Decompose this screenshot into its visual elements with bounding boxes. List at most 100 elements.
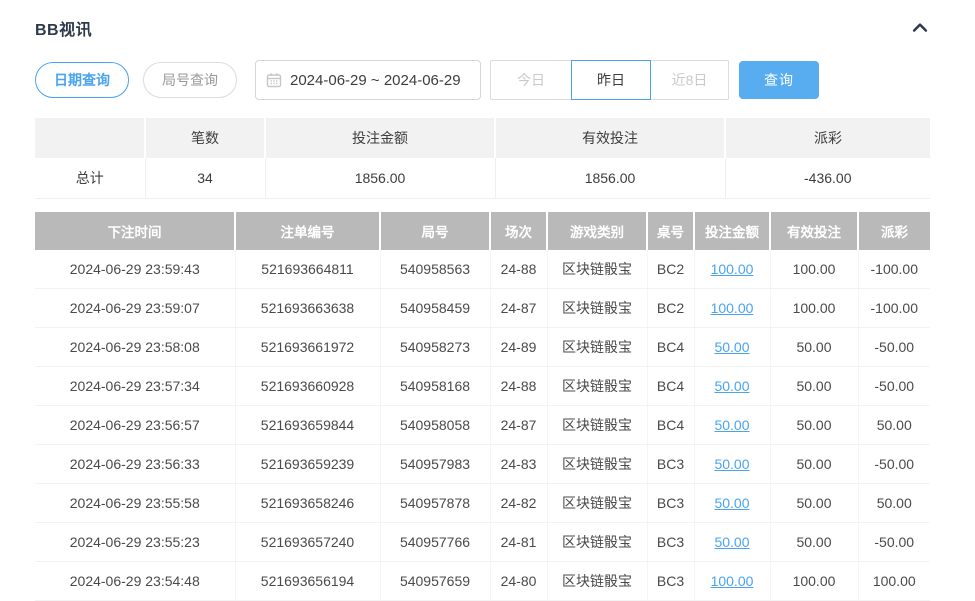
quick-range-group: 今日 昨日 近8日 (490, 60, 729, 100)
cell-session: 24-80 (490, 562, 547, 601)
cell-bet-amount: 50.00 (694, 523, 770, 562)
table-row: 2024-06-29 23:59:07521693663638540958459… (35, 289, 930, 328)
cell-valid-bet: 50.00 (770, 484, 858, 523)
cell-round-no: 540957766 (380, 523, 490, 562)
tab-date-query[interactable]: 日期查询 (35, 62, 129, 98)
cell-game-type: 区块链骰宝 (547, 562, 647, 601)
table-row: 2024-06-29 23:55:23521693657240540957766… (35, 523, 930, 562)
cell-order-no: 521693657240 (235, 523, 380, 562)
header-bet-time: 下注时间 (35, 212, 235, 250)
cell-bet-amount: 50.00 (694, 367, 770, 406)
cell-session: 24-88 (490, 250, 547, 289)
bet-amount-link[interactable]: 100.00 (711, 300, 754, 316)
tab-round-query[interactable]: 局号查询 (143, 62, 237, 98)
cell-payout: -50.00 (858, 367, 930, 406)
quick-today-button[interactable]: 今日 (490, 60, 572, 100)
cell-payout: -100.00 (858, 289, 930, 328)
cell-table-no: BC3 (647, 562, 694, 601)
cell-table-no: BC2 (647, 250, 694, 289)
cell-order-no: 521693658246 (235, 484, 380, 523)
calendar-icon (266, 72, 282, 88)
header-table-no: 桌号 (647, 212, 694, 250)
cell-session: 24-89 (490, 328, 547, 367)
cell-bet-amount: 100.00 (694, 250, 770, 289)
cell-session: 24-88 (490, 367, 547, 406)
table-row: 2024-06-29 23:54:48521693656194540957659… (35, 562, 930, 601)
summary-total-row: 总计 34 1856.00 1856.00 -436.00 (35, 158, 930, 199)
filter-bar: 日期查询 局号查询 2024-06-29 ~ 2024-06-29 今日 昨日 … (35, 60, 819, 100)
cell-table-no: BC2 (647, 289, 694, 328)
summary-header-payout: 派彩 (725, 118, 930, 158)
cell-order-no: 521693664811 (235, 250, 380, 289)
cell-payout: 50.00 (858, 406, 930, 445)
cell-game-type: 区块链骰宝 (547, 250, 647, 289)
cell-time: 2024-06-29 23:57:34 (35, 367, 235, 406)
cell-valid-bet: 50.00 (770, 445, 858, 484)
cell-time: 2024-06-29 23:54:48 (35, 562, 235, 601)
table-row: 2024-06-29 23:56:33521693659239540957983… (35, 445, 930, 484)
cell-payout: -50.00 (858, 445, 930, 484)
bet-amount-link[interactable]: 50.00 (714, 534, 749, 550)
records-table-body: 2024-06-29 23:59:43521693664811540958563… (35, 250, 930, 601)
cell-game-type: 区块链骰宝 (547, 523, 647, 562)
quick-yesterday-button[interactable]: 昨日 (571, 60, 651, 100)
cell-session: 24-87 (490, 289, 547, 328)
bet-amount-link[interactable]: 50.00 (714, 456, 749, 472)
cell-bet-amount: 100.00 (694, 562, 770, 601)
cell-table-no: BC3 (647, 523, 694, 562)
cell-order-no: 521693660928 (235, 367, 380, 406)
cell-bet-amount: 50.00 (694, 445, 770, 484)
cell-bet-amount: 50.00 (694, 328, 770, 367)
summary-total-count: 34 (145, 158, 265, 199)
cell-round-no: 540958459 (380, 289, 490, 328)
header-payout: 派彩 (858, 212, 930, 250)
summary-header-blank (35, 118, 145, 158)
cell-round-no: 540957983 (380, 445, 490, 484)
date-range-input[interactable]: 2024-06-29 ~ 2024-06-29 (255, 60, 481, 100)
bet-amount-link[interactable]: 50.00 (714, 339, 749, 355)
collapse-chevron-icon[interactable] (910, 18, 930, 38)
cell-bet-amount: 50.00 (694, 484, 770, 523)
header-round-no: 局号 (380, 212, 490, 250)
records-header-row: 下注时间 注单编号 局号 场次 游戏类别 桌号 投注金额 有效投注 派彩 (35, 212, 930, 250)
quick-last8days-button[interactable]: 近8日 (650, 60, 729, 100)
cell-payout: -50.00 (858, 523, 930, 562)
cell-order-no: 521693659239 (235, 445, 380, 484)
bet-amount-link[interactable]: 50.00 (714, 417, 749, 433)
cell-session: 24-81 (490, 523, 547, 562)
table-row: 2024-06-29 23:55:58521693658246540957878… (35, 484, 930, 523)
cell-time: 2024-06-29 23:59:07 (35, 289, 235, 328)
cell-valid-bet: 100.00 (770, 289, 858, 328)
panel-header: BB视讯 (35, 16, 930, 40)
bet-amount-link[interactable]: 100.00 (711, 573, 754, 589)
cell-order-no: 521693661972 (235, 328, 380, 367)
cell-session: 24-82 (490, 484, 547, 523)
cell-session: 24-83 (490, 445, 547, 484)
table-row: 2024-06-29 23:57:34521693660928540958168… (35, 367, 930, 406)
cell-order-no: 521693659844 (235, 406, 380, 445)
cell-payout: -100.00 (858, 250, 930, 289)
cell-round-no: 540957878 (380, 484, 490, 523)
cell-table-no: BC3 (647, 445, 694, 484)
cell-time: 2024-06-29 23:55:58 (35, 484, 235, 523)
cell-valid-bet: 100.00 (770, 562, 858, 601)
bet-amount-link[interactable]: 50.00 (714, 495, 749, 511)
header-order-no: 注单编号 (235, 212, 380, 250)
cell-round-no: 540958563 (380, 250, 490, 289)
query-button[interactable]: 查询 (739, 61, 819, 99)
summary-total-label: 总计 (35, 158, 145, 199)
cell-game-type: 区块链骰宝 (547, 289, 647, 328)
cell-game-type: 区块链骰宝 (547, 445, 647, 484)
cell-round-no: 540958168 (380, 367, 490, 406)
cell-payout: -50.00 (858, 328, 930, 367)
cell-valid-bet: 100.00 (770, 250, 858, 289)
cell-payout: 50.00 (858, 484, 930, 523)
cell-order-no: 521693663638 (235, 289, 380, 328)
cell-bet-amount: 50.00 (694, 406, 770, 445)
bet-amount-link[interactable]: 50.00 (714, 378, 749, 394)
bet-amount-link[interactable]: 100.00 (711, 261, 754, 277)
table-row: 2024-06-29 23:56:57521693659844540958058… (35, 406, 930, 445)
cell-round-no: 540958273 (380, 328, 490, 367)
table-row: 2024-06-29 23:59:43521693664811540958563… (35, 250, 930, 289)
cell-time: 2024-06-29 23:55:23 (35, 523, 235, 562)
